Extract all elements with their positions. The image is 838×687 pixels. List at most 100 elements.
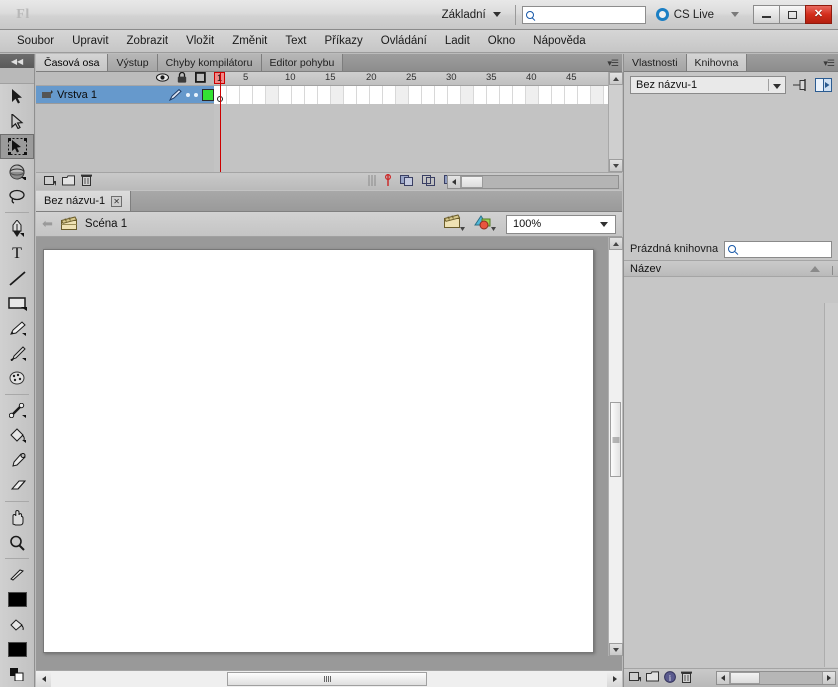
stage-horizontal-scrollbar[interactable]: [36, 670, 622, 687]
menu-napoveda[interactable]: Nápověda: [524, 32, 594, 50]
timeline-frame-cell[interactable]: [227, 86, 240, 104]
new-symbol-icon[interactable]: [629, 671, 641, 685]
new-library-panel-icon[interactable]: [815, 77, 832, 94]
pencil-tool[interactable]: [0, 316, 34, 341]
menu-text[interactable]: Text: [276, 32, 315, 50]
timeline-frame-cell[interactable]: [266, 86, 279, 104]
tab-editor-pohybu[interactable]: Editor pohybu: [261, 54, 344, 71]
fill-color-swatch[interactable]: [0, 637, 34, 662]
tab-vystup[interactable]: Výstup: [108, 54, 158, 71]
outline-icon[interactable]: [194, 71, 206, 86]
close-button[interactable]: ✕: [805, 5, 832, 24]
timeline-frame-cell[interactable]: [370, 86, 383, 104]
workspace-switcher[interactable]: Základní: [432, 7, 509, 23]
pen-tool[interactable]: [0, 216, 34, 241]
library-item-list[interactable]: [624, 303, 838, 667]
selection-tool[interactable]: [0, 84, 34, 109]
free-transform-tool[interactable]: [0, 134, 34, 159]
timeline-frame-cell[interactable]: [526, 86, 539, 104]
brush-tool[interactable]: [0, 341, 34, 366]
scroll-down-button[interactable]: [609, 159, 623, 172]
subselection-tool[interactable]: [0, 109, 34, 134]
line-tool[interactable]: [0, 266, 34, 291]
timeline-frame-cell[interactable]: [409, 86, 422, 104]
timeline-frames-grid[interactable]: [214, 86, 608, 172]
scene-name-label[interactable]: Scéna 1: [85, 218, 127, 230]
tab-knihovna[interactable]: Knihovna: [686, 54, 748, 71]
timeline-frame-cell[interactable]: [396, 86, 409, 104]
search-field[interactable]: [521, 5, 646, 24]
timeline-layer-row[interactable]: Vrstva 1: [36, 86, 214, 104]
back-arrow-icon[interactable]: ⬅: [42, 216, 53, 232]
search-input[interactable]: [536, 8, 637, 21]
timeline-frame-cell[interactable]: [318, 86, 331, 104]
scroll-left-button[interactable]: [448, 176, 461, 188]
library-document-select[interactable]: Bez názvu-1: [630, 76, 786, 94]
tab-vlastnosti[interactable]: Vlastnosti: [624, 54, 687, 71]
stage-canvas[interactable]: [43, 249, 594, 653]
panel-menu-icon[interactable]: ▾☰: [823, 58, 835, 69]
library-column-header[interactable]: Název: [624, 260, 838, 277]
resize-grip-icon[interactable]: [368, 174, 376, 189]
stroke-color-swatch[interactable]: [0, 587, 34, 612]
edit-symbol-icon[interactable]: [474, 214, 498, 234]
timeline-frame-cell[interactable]: [331, 86, 344, 104]
new-folder-icon[interactable]: [62, 174, 75, 189]
timeline-frame-cell[interactable]: [305, 86, 318, 104]
library-search-input[interactable]: [739, 243, 818, 255]
delete-icon[interactable]: [681, 671, 692, 686]
3d-rotation-tool[interactable]: [0, 159, 34, 184]
timeline-frame-cell[interactable]: [552, 86, 565, 104]
hscroll-track[interactable]: [51, 671, 607, 687]
timeline-frame-cell[interactable]: [500, 86, 513, 104]
tab-casova-osa[interactable]: Časová osa: [36, 54, 109, 71]
hscroll-left-button[interactable]: [36, 671, 51, 687]
eye-icon[interactable]: [156, 72, 169, 85]
timeline-frame-cell[interactable]: [422, 86, 435, 104]
menu-zobrazit[interactable]: Zobrazit: [118, 32, 178, 50]
timeline-frame-cell[interactable]: [448, 86, 461, 104]
new-layer-icon[interactable]: [44, 175, 56, 189]
timeline-frame-cell[interactable]: [474, 86, 487, 104]
pin-icon[interactable]: [792, 77, 809, 94]
stage-scroll-down-button[interactable]: [609, 643, 623, 656]
minimize-button[interactable]: [753, 5, 780, 24]
stroke-color-picker[interactable]: [0, 562, 34, 587]
timeline-frame-cell[interactable]: [240, 86, 253, 104]
timeline-frame-cell[interactable]: [461, 86, 474, 104]
hscroll-right-button[interactable]: [607, 671, 622, 687]
sort-ascending-icon[interactable]: [810, 266, 820, 272]
lib-scroll-right-button[interactable]: [822, 672, 835, 684]
timeline-frame-cell[interactable]: [292, 86, 305, 104]
timeline-frame-cell[interactable]: [279, 86, 292, 104]
lib-scroll-thumb[interactable]: [730, 672, 760, 684]
edit-scene-icon[interactable]: [443, 214, 466, 234]
timeline-horizontal-scrollbar[interactable]: [447, 175, 619, 189]
new-folder-icon[interactable]: [646, 671, 659, 685]
timeline-frame-cell[interactable]: [253, 86, 266, 104]
fill-color-picker[interactable]: [0, 612, 34, 637]
stage-scroll-thumb[interactable]: [610, 402, 621, 477]
center-frame-icon[interactable]: [384, 173, 392, 189]
deco-tool[interactable]: [0, 366, 34, 391]
timeline-frame-cell[interactable]: [435, 86, 448, 104]
menu-ladit[interactable]: Ladit: [436, 32, 479, 50]
cs-live-button[interactable]: CS Live: [655, 8, 739, 21]
tab-chyby-kompilatoru[interactable]: Chyby kompilátoru: [157, 54, 262, 71]
maximize-button[interactable]: [779, 5, 806, 24]
layer-outline-color[interactable]: [202, 88, 214, 101]
panel-menu-icon[interactable]: ▾☰: [607, 58, 619, 69]
eyedropper-tool[interactable]: [0, 448, 34, 473]
stage-vertical-scrollbar[interactable]: [608, 237, 623, 656]
rectangle-tool[interactable]: [0, 291, 34, 316]
menu-zmenit[interactable]: Změnit: [223, 32, 276, 50]
timeline-frame-cell[interactable]: [344, 86, 357, 104]
menu-ovladani[interactable]: Ovládání: [372, 32, 436, 50]
bone-tool[interactable]: [0, 398, 34, 423]
hand-tool[interactable]: [0, 505, 34, 530]
onion-skin-outlines-icon[interactable]: [422, 174, 436, 189]
timeline-ruler[interactable]: 5 10 15 20 25 30 35 40 45: [214, 72, 608, 86]
column-resize-handle[interactable]: [831, 266, 834, 278]
library-horizontal-scrollbar[interactable]: [716, 671, 836, 685]
zoom-tool[interactable]: [0, 530, 34, 555]
